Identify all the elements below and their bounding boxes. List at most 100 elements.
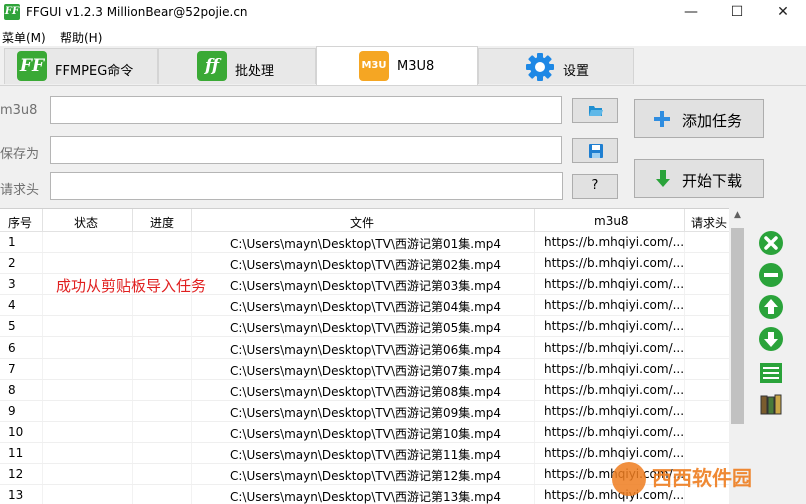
m3u8-label: m3u8 — [0, 103, 38, 118]
header-label: 请求头 — [0, 183, 40, 198]
row-index: 10 — [8, 424, 24, 439]
clear-task-icon[interactable] — [758, 262, 784, 288]
table-row[interactable]: 5 C:\Users\mayn\Desktop\TV\西游记第05集.mp4 htt… — [0, 316, 730, 338]
row-m3u8-url: https://b.mhqiyi.com/... — [544, 277, 685, 292]
tab-ffmpeg[interactable]: FF FFMPEG命令 — [4, 48, 158, 84]
row-file: C:\Users\mayn\Desktop\TV\西游记第01集.mp4 — [230, 237, 502, 251]
tab-m3u8-label: M3U8 — [397, 59, 435, 74]
gear-icon — [526, 53, 554, 81]
title-bar: FF FFGUI v1.2.3 MillionBear@52pojie.cn —… — [0, 0, 806, 26]
row-file: C:\Users\mayn\Desktop\TV\西游记第12集.mp4 — [230, 469, 502, 484]
tab-ffmpeg-label: FFMPEG命令 — [55, 64, 134, 79]
table-row[interactable]: 10 C:\Users\mayn\Desktop\TV\西游记第10集.mp4 ht… — [0, 422, 730, 443]
m3u8-icon: M3U — [359, 51, 389, 81]
maximize-button[interactable]: ☐ — [714, 0, 760, 26]
status-toast: 成功从剪贴板导入任务 — [56, 277, 207, 295]
download-arrow-icon — [656, 170, 670, 187]
row-index: 1 — [8, 235, 16, 249]
row-file: C:\Users\mayn\Desktop\TV\西游记第10集.mp4 — [230, 426, 502, 441]
row-m3u8-url: https://b.mhqiyi.com/... — [544, 298, 685, 313]
app-icon: FF — [4, 4, 20, 20]
watermark-text: 西西软件园 — [652, 466, 752, 490]
col-separator — [132, 209, 133, 232]
header-input[interactable] — [50, 172, 563, 200]
table-row[interactable]: 1 C:\Users\mayn\Desktop\TV\西游记第01集.mp4 htt… — [0, 232, 730, 253]
scroll-up-arrow-icon[interactable]: ▲ — [729, 210, 746, 220]
row-index: 12 — [8, 467, 24, 482]
menu-help[interactable]: 帮助(H) — [60, 29, 102, 46]
move-down-icon[interactable] — [758, 326, 784, 352]
row-file: C:\Users\mayn\Desktop\TV\西游记第13集.mp4 — [230, 490, 502, 504]
row-m3u8-url: https://b.mhqiyi.com/... — [544, 361, 685, 376]
col-separator — [42, 209, 43, 232]
row-m3u8-url: https://b.mhqiyi.com/... — [544, 319, 685, 334]
save-button[interactable] — [572, 138, 618, 163]
row-index: 4 — [8, 298, 16, 313]
batch-icon: ff — [197, 51, 227, 81]
start-download-button[interactable]: 开始下载 — [634, 159, 764, 198]
tab-batch[interactable]: ff 批处理 — [158, 48, 316, 84]
row-index: 11 — [8, 446, 24, 460]
row-file: C:\Users\mayn\Desktop\TV\西游记第02集.mp4 — [230, 258, 502, 273]
row-m3u8-url: https://b.mhqiyi.com/... — [544, 403, 685, 418]
table-row[interactable]: 9 C:\Users\mayn\Desktop\TV\西游记第09集.mp4 htt… — [0, 401, 730, 422]
col-separator — [534, 209, 535, 232]
start-download-label: 开始下载 — [682, 172, 743, 190]
col-separator — [684, 209, 685, 232]
row-file: C:\Users\mayn\Desktop\TV\西游记第03集.mp4 — [230, 279, 502, 294]
plus-icon — [654, 111, 670, 127]
row-file: C:\Users\mayn\Desktop\TV\西游记第05集.mp4 — [230, 321, 502, 336]
open-folder-icon — [589, 106, 603, 116]
saveas-input[interactable] — [50, 136, 562, 164]
row-index: 7 — [8, 361, 16, 376]
tab-m3u8[interactable]: M3U M3U8 — [316, 46, 478, 86]
row-index: 9 — [8, 403, 16, 418]
tab-batch-label: 批处理 — [235, 64, 275, 79]
col-file[interactable]: 文件 — [350, 214, 374, 231]
row-file: C:\Users\mayn\Desktop\TV\西游记第06集.mp4 — [230, 342, 502, 357]
move-up-icon[interactable] — [758, 294, 784, 320]
scrollbar-thumb[interactable] — [731, 228, 744, 424]
table-row[interactable]: 7 C:\Users\mayn\Desktop\TV\西游记第07集.mp4 htt… — [0, 359, 730, 380]
col-index[interactable]: 序号 — [8, 214, 32, 231]
row-m3u8-url: https://b.mhqiyi.com/... — [544, 256, 685, 271]
row-index: 13 — [8, 488, 24, 503]
add-task-label: 添加任务 — [682, 112, 743, 130]
row-file: C:\Users\mayn\Desktop\TV\西游记第08集.mp4 — [230, 384, 502, 399]
ffmpeg-icon: FF — [17, 51, 47, 81]
row-m3u8-url: https://b.mhqiyi.com/... — [544, 235, 685, 249]
menu-main[interactable]: 菜单(M) — [2, 29, 46, 46]
remove-task-icon[interactable] — [758, 230, 784, 256]
minimize-button[interactable]: — — [668, 0, 714, 26]
save-icon — [589, 144, 603, 158]
row-file: C:\Users\mayn\Desktop\TV\西游记第07集.mp4 — [230, 363, 502, 378]
list-icon[interactable] — [758, 360, 784, 386]
help-button[interactable]: ? — [572, 174, 618, 199]
saveas-label: 保存为 — [0, 147, 40, 162]
row-file: C:\Users\mayn\Desktop\TV\西游记第04集.mp4 — [230, 300, 502, 315]
col-progress[interactable]: 进度 — [150, 214, 174, 231]
row-index: 5 — [8, 319, 16, 334]
row-m3u8-url: https://b.mhqiyi.com/... — [544, 424, 685, 439]
tab-settings[interactable]: 设置 — [478, 48, 634, 84]
col-separator — [191, 209, 192, 232]
tab-settings-label: 设置 — [563, 64, 590, 79]
row-file: C:\Users\mayn\Desktop\TV\西游记第11集.mp4 — [230, 448, 502, 462]
open-folder-button[interactable] — [572, 98, 618, 123]
close-button[interactable]: ✕ — [760, 0, 806, 26]
col-header[interactable]: 请求头 — [691, 214, 727, 231]
tab-divider — [0, 85, 806, 86]
table-row[interactable]: 4 C:\Users\mayn\Desktop\TV\西游记第04集.mp4 htt… — [0, 295, 730, 317]
books-icon[interactable] — [758, 392, 784, 418]
col-status[interactable]: 状态 — [74, 214, 98, 231]
col-m3u8[interactable]: m3u8 — [594, 214, 629, 228]
watermark: 西西软件园 — [612, 456, 792, 496]
m3u8-input[interactable] — [50, 96, 562, 124]
table-row[interactable]: 6 C:\Users\mayn\Desktop\TV\西游记第06集.mp4 htt… — [0, 338, 730, 359]
row-index: 6 — [8, 340, 16, 355]
add-task-button[interactable]: 添加任务 — [634, 99, 764, 138]
table-row[interactable]: 2 C:\Users\mayn\Desktop\TV\西游记第02集.mp4 htt… — [0, 253, 730, 275]
table-row[interactable]: 8 C:\Users\mayn\Desktop\TV\西游记第08集.mp4 htt… — [0, 380, 730, 401]
row-m3u8-url: https://b.mhqiyi.com/... — [544, 340, 685, 355]
watermark-logo-icon — [612, 462, 646, 496]
